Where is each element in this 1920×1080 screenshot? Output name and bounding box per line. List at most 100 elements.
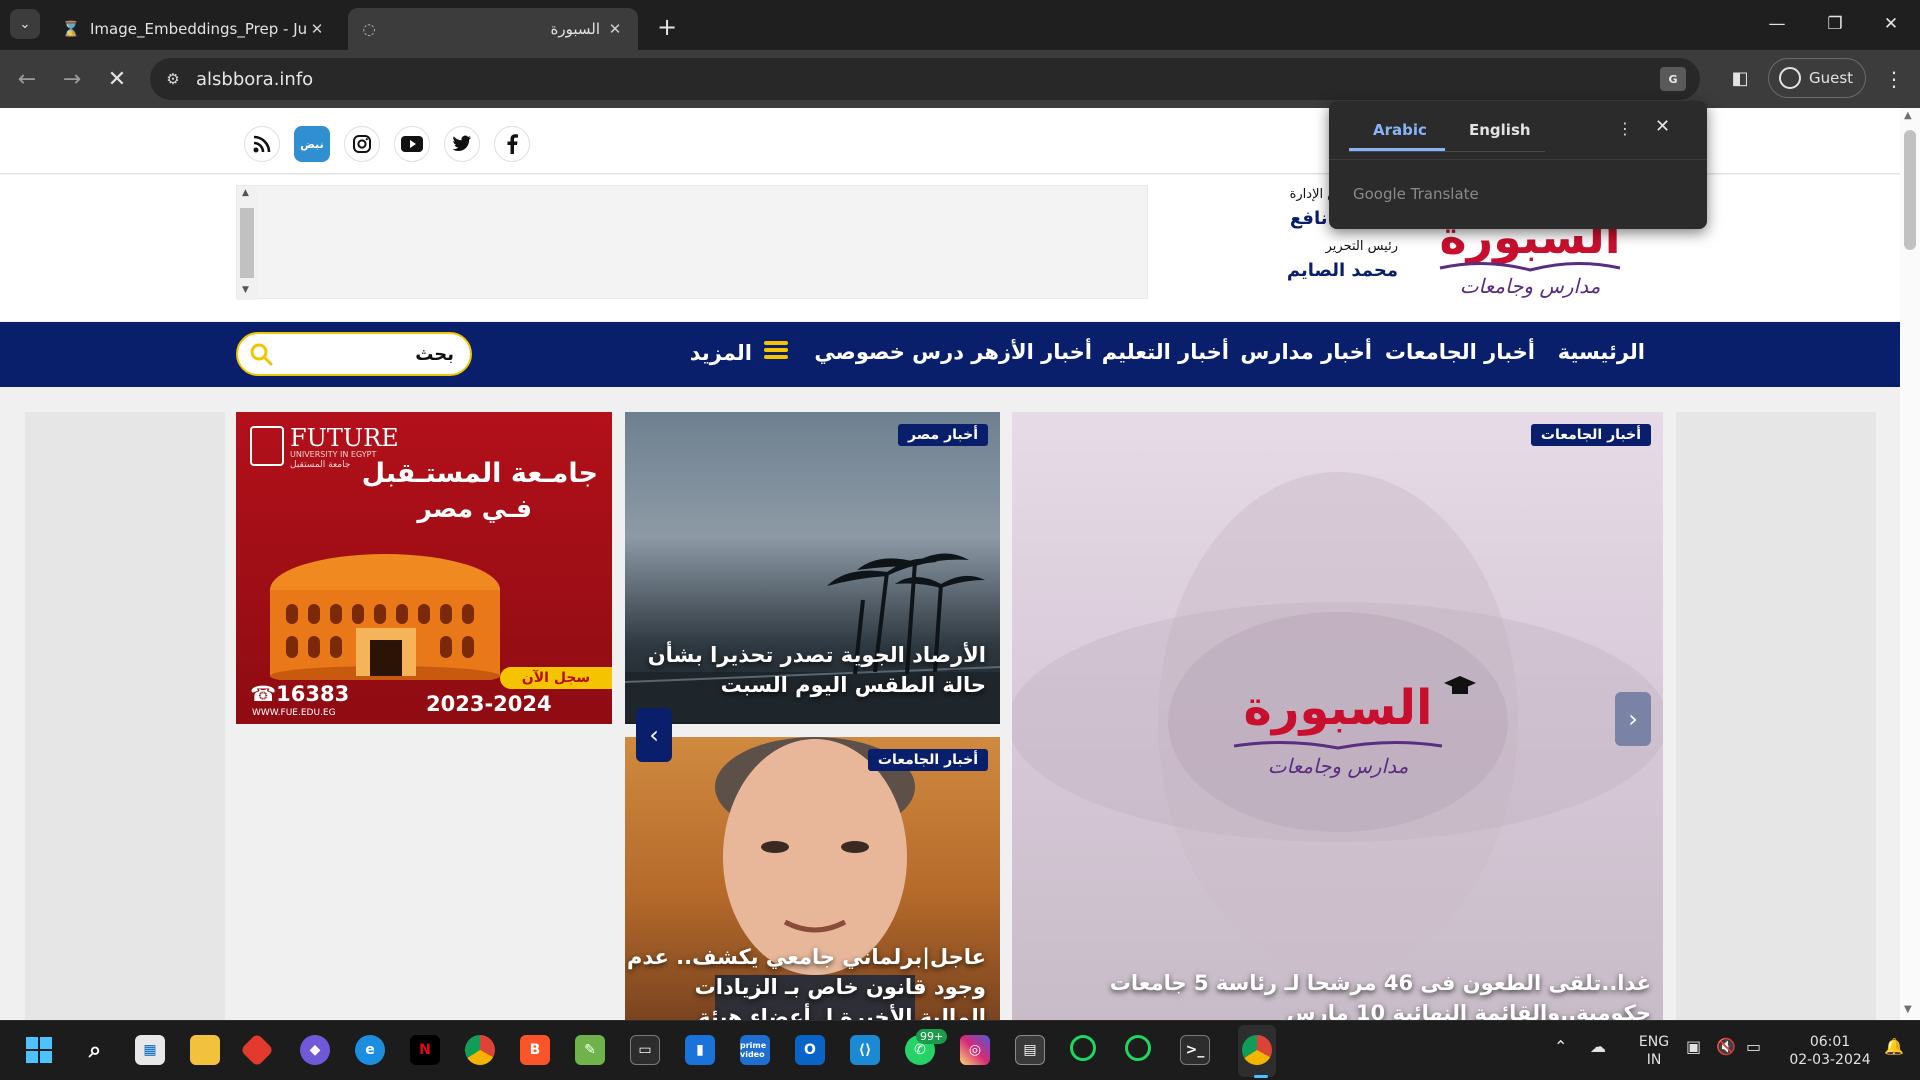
tab-close-button[interactable]: ✕ xyxy=(604,18,626,40)
nav-more[interactable]: المزيد xyxy=(690,340,788,365)
language-indicator[interactable]: ENG IN xyxy=(1636,1033,1672,1069)
category-badge[interactable]: أخبار الجامعات xyxy=(1530,424,1651,446)
app-purple-icon[interactable]: ◆ xyxy=(300,1035,330,1065)
translate-icon[interactable]: G xyxy=(1660,67,1686,91)
scrollbar-thumb[interactable] xyxy=(1904,130,1916,250)
nav-universities[interactable]: أخبار الجامعات xyxy=(1385,340,1535,364)
battery-icon[interactable]: ▭ xyxy=(1746,1037,1761,1056)
category-badge[interactable]: أخبار الجامعات xyxy=(867,749,988,771)
app-window-icon[interactable]: ▤ xyxy=(1015,1035,1045,1065)
chrome-icon[interactable] xyxy=(465,1035,495,1065)
clock-time: 06:01 xyxy=(1809,1034,1851,1050)
terminal-2-icon[interactable]: >_ xyxy=(1180,1035,1210,1065)
news-title[interactable]: غدا..تلقى الطعون فى 46 مرشحا لـ رئاسة 5 … xyxy=(1031,968,1651,1020)
translate-options-icon[interactable]: ⋮ xyxy=(1617,119,1633,138)
clock[interactable]: 06:01 02-03-2024 xyxy=(1780,1033,1880,1069)
volume-muted-icon[interactable]: 🔇 xyxy=(1716,1037,1736,1056)
nav-private-lesson[interactable]: درس خصوصي xyxy=(814,340,964,364)
file-explorer-icon[interactable] xyxy=(190,1035,220,1065)
nabd-icon[interactable]: نبض xyxy=(294,126,330,162)
edge-icon[interactable]: e xyxy=(355,1035,385,1065)
network-icon[interactable]: ▣ xyxy=(1686,1037,1701,1056)
ad-university-name: FUTURE xyxy=(290,424,399,452)
browser-menu-icon[interactable]: ⋮ xyxy=(1880,64,1908,94)
app-green-ring-2-icon[interactable] xyxy=(1125,1035,1151,1061)
new-tab-button[interactable]: + xyxy=(652,12,682,42)
slider-next-icon[interactable]: › xyxy=(1615,692,1651,746)
minimize-button[interactable]: — xyxy=(1748,0,1806,48)
chrome-active-icon[interactable] xyxy=(1242,1035,1272,1065)
tray-overflow-icon[interactable]: ⌃ xyxy=(1554,1037,1567,1056)
tab-alsbbora[interactable]: ◌ السبورة ✕ xyxy=(348,8,638,50)
slider-main[interactable]: السبورة مدارس وجامعات أخبار الجامعات غدا… xyxy=(1012,412,1663,1020)
category-badge[interactable]: أخبار مصر xyxy=(898,424,988,446)
search-icon[interactable] xyxy=(248,341,274,367)
app-blue-icon[interactable]: ▮ xyxy=(685,1035,715,1065)
facebook-icon[interactable] xyxy=(494,126,530,162)
search-taskbar-icon[interactable]: ⌕ xyxy=(80,1035,110,1065)
nav-home[interactable]: الرئيسية xyxy=(1558,340,1645,364)
web-page: نبض ▲ ▼ رئيس مجلس الإدارة إبراهيم نافع ر… xyxy=(0,108,1900,1020)
header-ad-frame[interactable]: ▲ ▼ xyxy=(236,185,1148,300)
page-scrollbar[interactable]: ▲ ▼ xyxy=(1900,108,1920,1020)
nav-azhar[interactable]: أخبار الأزهر xyxy=(971,340,1092,364)
ad-scrollbar[interactable]: ▲ ▼ xyxy=(237,186,257,300)
nav-education[interactable]: أخبار التعليم xyxy=(1102,340,1229,364)
colosseum-illustration xyxy=(270,554,500,680)
side-panel-icon[interactable]: ◧ xyxy=(1726,64,1754,92)
news-card-parliament[interactable]: أخبار الجامعات عاجل|برلماني جامعي يكشف..… xyxy=(625,737,1000,1020)
nav-schools[interactable]: أخبار مدارس xyxy=(1240,340,1372,364)
scroll-down-arrow-icon[interactable]: ▼ xyxy=(242,285,249,295)
url-text[interactable]: alsbbora.info xyxy=(196,69,313,90)
scroll-down-icon[interactable]: ▼ xyxy=(1904,1004,1912,1015)
rss-icon[interactable] xyxy=(244,126,280,162)
future-university-ad[interactable]: FUTURE UNIVERSITY IN EGYPT جامعة المستقب… xyxy=(236,412,612,724)
translate-close-icon[interactable]: ✕ xyxy=(1655,116,1670,137)
netflix-icon[interactable]: N xyxy=(410,1035,440,1065)
tab-title: Image_Embeddings_Prep - Jupy xyxy=(90,20,306,38)
translate-tab-arabic[interactable]: Arabic xyxy=(1373,121,1427,139)
instagram-app-icon[interactable]: ◎ xyxy=(960,1035,990,1065)
tab-search-button[interactable]: ⌄ xyxy=(10,9,40,39)
scroll-up-arrow-icon[interactable]: ▲ xyxy=(242,188,249,198)
notification-bell-icon[interactable]: 🔔 xyxy=(1884,1037,1904,1056)
forward-button[interactable]: → xyxy=(55,62,89,96)
tab-close-button[interactable]: ✕ xyxy=(306,18,328,40)
store-icon[interactable]: ▦ xyxy=(135,1035,165,1065)
ad-university-arabic: جامعة المستقبل xyxy=(290,460,351,470)
app-green-ring-icon[interactable] xyxy=(1070,1035,1096,1061)
address-bar[interactable]: ⚙ alsbbora.info G xyxy=(150,58,1700,100)
restore-button[interactable]: ❐ xyxy=(1806,0,1864,48)
hourglass-icon: ⌛ xyxy=(61,20,81,38)
youtube-icon[interactable] xyxy=(394,126,430,162)
slider-prev-icon[interactable]: ‹ xyxy=(636,708,672,762)
news-title[interactable]: الأرصاد الجوية تصدر تحذيرا بشأن حالة الط… xyxy=(636,640,986,700)
brave-icon[interactable]: B xyxy=(520,1035,550,1065)
app-red-diamond-icon[interactable] xyxy=(240,1033,274,1067)
site-info-icon[interactable]: ⚙ xyxy=(162,68,184,90)
scroll-up-icon[interactable]: ▲ xyxy=(1904,110,1912,121)
close-window-button[interactable]: ✕ xyxy=(1862,0,1920,48)
onedrive-icon[interactable]: ☁ xyxy=(1590,1037,1606,1056)
news-card-weather[interactable]: أخبار مصر الأرصاد الجوية تصدر تحذيرا بشأ… xyxy=(625,412,1000,724)
outlook-icon[interactable]: O xyxy=(795,1035,825,1065)
instagram-icon[interactable] xyxy=(344,126,380,162)
news-title[interactable]: عاجل|برلماني جامعي يكشف.. عدم وجود قانون… xyxy=(626,942,986,1020)
prime-video-icon[interactable]: prime video xyxy=(740,1035,770,1065)
spinner-icon: ◌ xyxy=(362,20,376,38)
terminal-icon[interactable]: ▭ xyxy=(630,1035,660,1065)
translate-tab-english[interactable]: English xyxy=(1469,121,1531,139)
search-input[interactable] xyxy=(284,340,454,368)
nav-more-label: المزيد xyxy=(689,340,752,365)
app-green-icon[interactable]: ✎ xyxy=(575,1035,605,1065)
stop-loading-button[interactable]: ✕ xyxy=(100,62,134,96)
back-button[interactable]: ← xyxy=(10,62,44,96)
tab-jupyter[interactable]: ⌛ Image_Embeddings_Prep - Jupy ✕ xyxy=(50,8,340,50)
whatsapp-badge: 99+ xyxy=(916,1029,948,1044)
twitter-icon[interactable] xyxy=(444,126,480,162)
profile-button[interactable]: Guest xyxy=(1768,58,1866,98)
start-icon[interactable] xyxy=(24,1035,54,1065)
site-search[interactable] xyxy=(236,332,472,376)
vscode-icon[interactable]: ⟨⟩ xyxy=(850,1035,880,1065)
slider-logo-text: السبورة xyxy=(1243,680,1433,736)
